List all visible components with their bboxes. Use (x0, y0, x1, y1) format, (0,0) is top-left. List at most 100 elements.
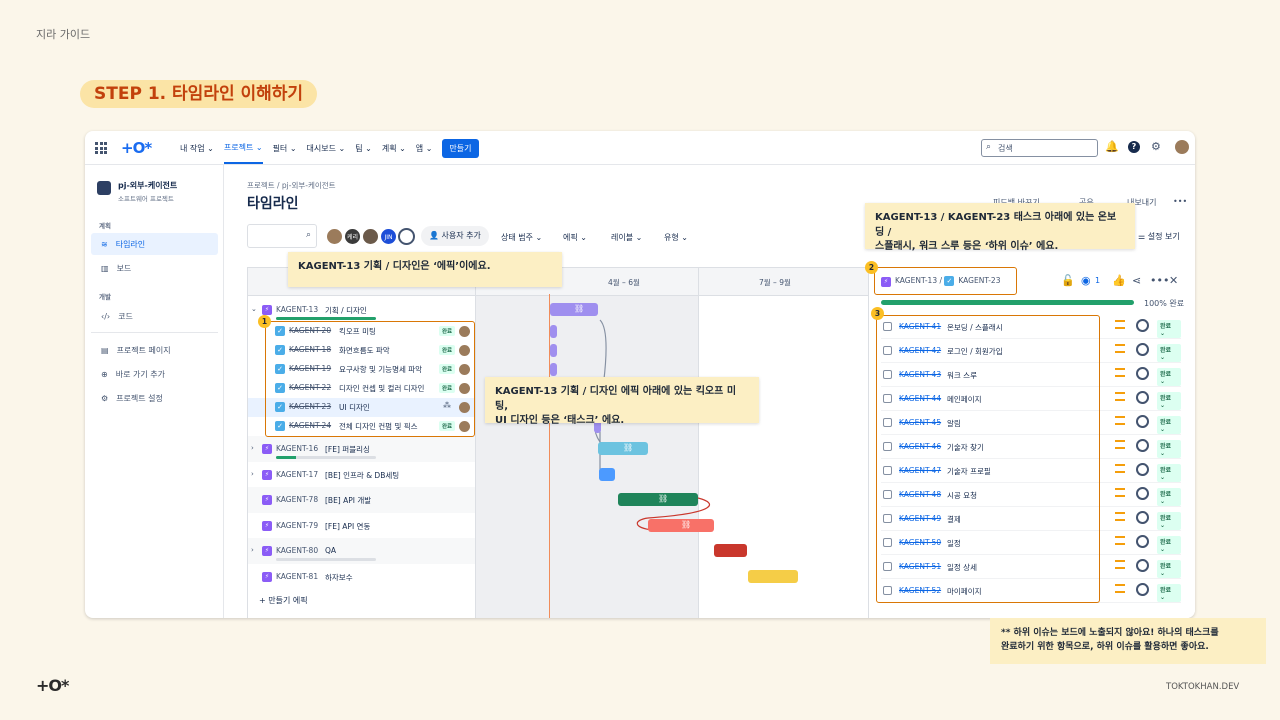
badge-1: 1 (258, 315, 271, 328)
avatar[interactable] (362, 228, 379, 245)
assignee-avatar[interactable] (1136, 391, 1149, 404)
filter-status-category[interactable]: 상태 범주 ⌄ (501, 232, 542, 243)
search-input[interactable]: ⌕ 검색 (981, 139, 1098, 157)
footer-url: TOKTOKHAN.DEV (1166, 682, 1240, 692)
link-icon: ⛓ (623, 443, 634, 452)
timeline-search-input[interactable]: ⌕ (247, 224, 317, 248)
timeline-bar[interactable]: ⛓ (598, 442, 648, 455)
subtask-status-dropdown[interactable]: 완료 ⌄ (1157, 320, 1181, 338)
subtask-status-dropdown[interactable]: 완료 ⌄ (1157, 584, 1181, 602)
nav-projects[interactable]: 프로젝트 ⌄ (223, 132, 263, 164)
subtask-status-dropdown[interactable]: 완료 ⌄ (1157, 560, 1181, 578)
link-icon: ⛓ (681, 519, 692, 529)
nav-my-work[interactable]: 내 작업 ⌄ (180, 143, 214, 154)
watcher-count[interactable]: 1 (1095, 276, 1100, 285)
timeline-bar[interactable] (550, 325, 557, 338)
subtask-status-dropdown[interactable]: 완료 ⌄ (1157, 512, 1181, 530)
share-icon[interactable]: ⋖ (1132, 274, 1141, 287)
assignee-avatar[interactable] (1136, 367, 1149, 380)
nav-filters[interactable]: 필터 ⌄ (273, 143, 297, 154)
subtask-status-dropdown[interactable]: 완료 ⌄ (1157, 464, 1181, 482)
like-icon[interactable]: 👍 (1112, 274, 1126, 287)
assignee-avatar[interactable] (1136, 463, 1149, 476)
logo[interactable]: +O* (121, 139, 152, 157)
avatar[interactable] (398, 228, 415, 245)
search-icon: ⌕ (986, 142, 992, 152)
sidebar-item-code[interactable]: ‹/› 코드 (91, 305, 218, 327)
priority-medium-icon (1115, 440, 1125, 449)
more-icon[interactable]: ••• (1150, 274, 1169, 287)
nav-teams[interactable]: 팀 ⌄ (355, 143, 372, 154)
top-navigation: +O* 내 작업 ⌄ 프로젝트 ⌄ 필터 ⌄ 대시보드 ⌄ 팀 ⌄ 계획 ⌄ 앱… (85, 131, 1195, 165)
subtask-status-dropdown[interactable]: 완료 ⌄ (1157, 392, 1181, 410)
priority-medium-icon (1115, 416, 1125, 425)
timeline-bar[interactable] (550, 363, 557, 376)
assignee-avatar[interactable] (1136, 415, 1149, 428)
priority-medium-icon (1115, 512, 1125, 521)
sidebar-item-timeline[interactable]: ≋ 타임라인 (91, 233, 218, 255)
sidebar-item-board[interactable]: ▥ 보드 (91, 257, 218, 279)
filter-type[interactable]: 유형 ⌄ (664, 232, 688, 243)
timeline-bar[interactable]: ⛓ (648, 518, 714, 532)
app-switcher-icon[interactable] (95, 142, 107, 154)
project-type: 소프트웨어 프로젝트 (118, 195, 174, 203)
subtask-status-dropdown[interactable]: 완료 ⌄ (1157, 344, 1181, 362)
sidebar-item-label: 보드 (116, 263, 132, 273)
sidebar-item-label: 프로젝트 페이지 (116, 345, 171, 355)
assignee-avatar[interactable] (1136, 535, 1149, 548)
callout-task: KAGENT-13 기획 / 디자인 에픽 아래에 있는 킥오프 미팅, UI … (485, 377, 759, 426)
subtask-status-dropdown[interactable]: 완료 ⌄ (1157, 488, 1181, 506)
sidebar-divider (91, 332, 218, 333)
subtask-status-dropdown[interactable]: 완료 ⌄ (1157, 536, 1181, 554)
assignee-avatar[interactable] (1136, 511, 1149, 524)
add-user-button[interactable]: 👤 사용자 추가 (421, 226, 489, 246)
help-icon[interactable]: ? (1128, 141, 1140, 153)
nav-apps[interactable]: 앱 ⌄ (416, 143, 433, 154)
close-icon[interactable]: ✕ (1169, 274, 1178, 287)
timeline-bar[interactable]: ⛓ (618, 493, 698, 506)
filter-epic[interactable]: 에픽 ⌄ (563, 232, 587, 243)
nav-plans[interactable]: 계획 ⌄ (382, 143, 406, 154)
notification-icon[interactable]: 🔔 (1105, 141, 1119, 153)
settings-gear-icon[interactable]: ⚙ (1151, 141, 1161, 153)
lock-icon[interactable]: 🔓 (1061, 274, 1075, 287)
assignee-avatar[interactable] (1136, 319, 1149, 332)
create-epic-button[interactable]: + 만들기 에픽 (259, 595, 308, 606)
breadcrumb[interactable]: 프로젝트 / pj-외부-케이전트 (247, 180, 336, 191)
nav-dashboards[interactable]: 대시보드 ⌄ (307, 143, 346, 154)
user-avatar[interactable] (1175, 140, 1189, 154)
assignee-avatar[interactable] (1136, 559, 1149, 572)
project-name[interactable]: pj-외부-케이전트 (118, 180, 177, 191)
timeline-icon: ≋ (101, 239, 108, 249)
sidebar-item-project-page[interactable]: ▤ 프로젝트 페이지 (91, 339, 218, 361)
avatar[interactable]: JIN (380, 228, 397, 245)
subtask-status-dropdown[interactable]: 완료 ⌄ (1157, 368, 1181, 386)
sidebar-item-project-settings[interactable]: ⚙ 프로젝트 설정 (91, 387, 218, 409)
section-plan: 계획 (99, 222, 111, 230)
assignee-avatar[interactable] (1136, 583, 1149, 596)
assignee-avatar[interactable] (1136, 343, 1149, 356)
add-user-label: 사용자 추가 (441, 231, 481, 240)
view-settings-button[interactable]: ⚌ 설정 보기 (1132, 227, 1186, 247)
more-actions-button[interactable]: ••• (1173, 197, 1187, 206)
priority-medium-icon (1115, 392, 1125, 401)
sidebar-item-add-shortcut[interactable]: ⊕ 바로 가기 추가 (91, 363, 218, 385)
create-button[interactable]: 만들기 (442, 138, 479, 158)
subtask-status-dropdown[interactable]: 완료 ⌄ (1157, 440, 1181, 458)
top-nav-menu: 내 작업 ⌄ 프로젝트 ⌄ 필터 ⌄ 대시보드 ⌄ 팀 ⌄ 계획 ⌄ 앱 ⌄ 만… (180, 131, 479, 165)
subtask-status-dropdown[interactable]: 완료 ⌄ (1157, 416, 1181, 434)
filter-label[interactable]: 레이블 ⌄ (611, 232, 642, 243)
assignee-avatar[interactable] (1136, 487, 1149, 500)
assignee-avatar[interactable] (1136, 439, 1149, 452)
timeline-bar[interactable] (550, 344, 557, 357)
timeline-bar[interactable] (599, 467, 615, 481)
subtask-progress-bar (881, 300, 1134, 305)
search-placeholder: 검색 (998, 144, 1013, 153)
avatar[interactable] (326, 228, 343, 245)
timeline-bar[interactable] (748, 569, 798, 583)
link-icon: ⛓ (658, 494, 669, 503)
timeline-bar[interactable] (714, 544, 747, 557)
timeline-bar[interactable]: ⛓ (550, 303, 598, 316)
watch-eye-icon[interactable]: ◉ (1081, 274, 1091, 287)
avatar[interactable]: 케리 (344, 228, 361, 245)
